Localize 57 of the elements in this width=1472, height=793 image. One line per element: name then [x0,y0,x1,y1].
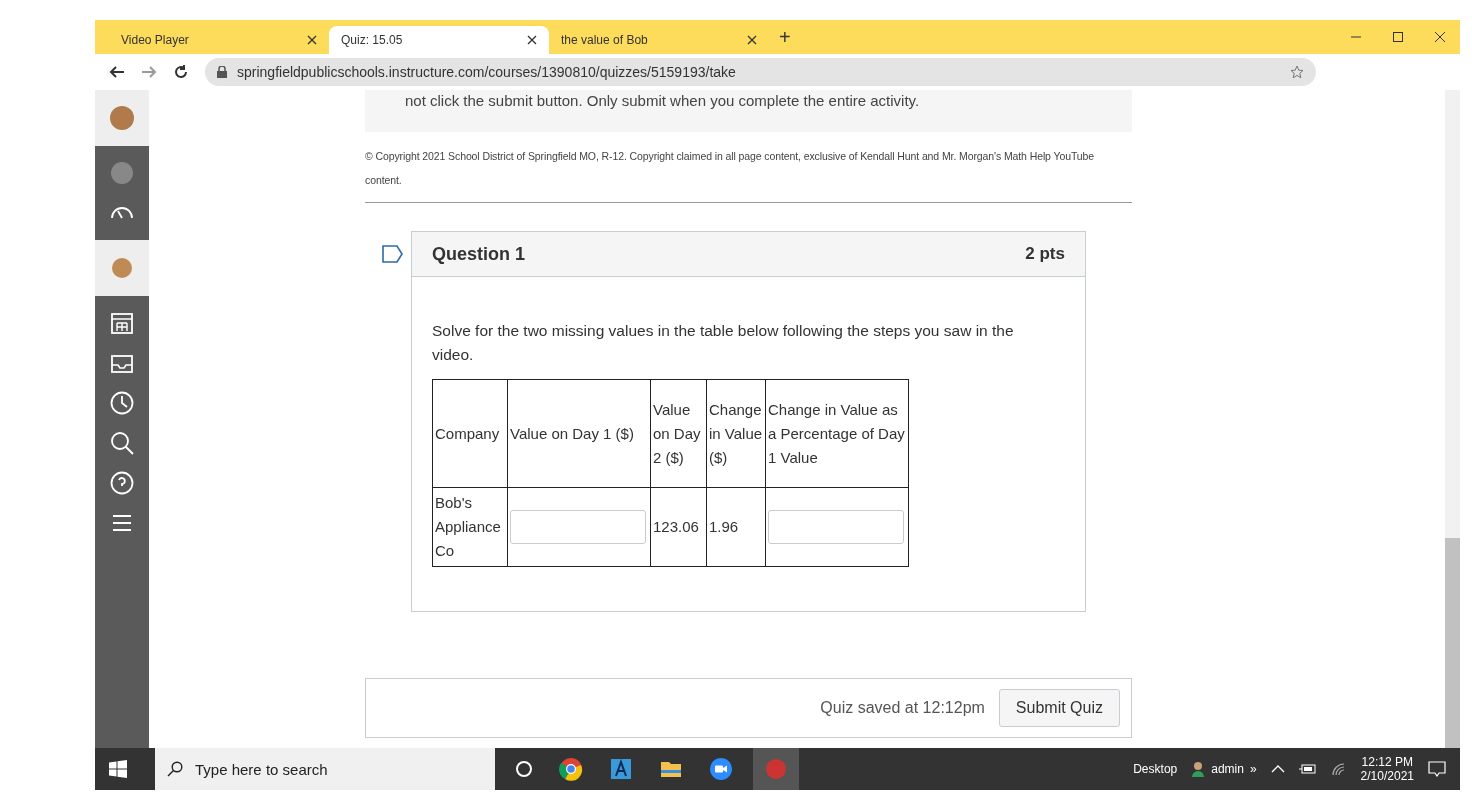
browser-tab[interactable]: the value of Bob [549,26,769,54]
answer-field[interactable] [768,510,904,544]
column-header: Change in Value as a Percentage of Day 1 Value [765,379,909,488]
desktop-toolbar-label[interactable]: Desktop [1133,762,1178,776]
scrollbar[interactable] [1445,90,1460,748]
taskbar-search-field[interactable]: Type here to search [155,748,495,790]
lock-icon [217,66,227,78]
table-cell: 1.96 [706,487,766,567]
reload-icon[interactable] [173,64,189,80]
column-header: Value on Day 2 ($) [650,379,707,488]
maximize-icon[interactable] [1392,31,1404,43]
browser-icon[interactable] [559,757,583,781]
app-icon[interactable] [609,757,633,781]
flag-icon[interactable] [382,245,404,263]
notice-text: not click the submit button. Only submit when you complete the entire activity. [405,91,921,109]
copyright-text: © Copyright 2021 School District of Springfield MO, R-12. Copyright claimed in all page content, exclusive of Kendall Hunt and Mr. Morgan's Math Help YouTube content. [365,144,1132,203]
close-icon[interactable] [747,35,757,45]
search-icon[interactable] [109,430,135,456]
battery-icon[interactable] [1298,763,1317,775]
forward-arrow-icon[interactable] [141,64,157,80]
url-text: springfieldpublicschools.instructure.com/courses/1390810/quizzes/5159193/take [237,64,736,80]
table-cell: 123.06 [650,487,707,567]
windows-start-icon[interactable] [109,760,127,778]
wifi-icon[interactable] [1330,762,1347,776]
submit-quiz-button[interactable]: Submit Quiz [998,689,1120,727]
close-icon[interactable] [307,35,317,45]
app-icon [764,757,788,781]
new-tab-button[interactable]: + [779,25,791,49]
help-icon[interactable] [109,470,135,496]
clock-icon[interactable] [109,390,135,416]
search-icon [167,761,183,777]
overflow-chevron[interactable]: » [1249,762,1257,776]
close-icon[interactable] [1434,31,1446,43]
question-title: Question 1 [432,243,525,265]
user-label[interactable]: admin [1211,762,1244,776]
table-cell: Bob's Appliance Co [432,487,508,567]
close-icon[interactable] [527,35,537,45]
task-view-circle-icon[interactable] [515,760,533,778]
column-header: Change in Value ($) [706,379,766,488]
calendar-icon[interactable] [109,310,135,336]
answer-field[interactable] [510,510,646,544]
system-clock[interactable]: 12:12 PM 2/10/2021 [1360,755,1414,783]
points-label: 2 pts [1025,244,1065,264]
address-bar[interactable]: springfieldpublicschools.instructure.com/courses/1390810/quizzes/5159193/take [205,58,1316,86]
chevron-up-icon[interactable] [1270,764,1285,774]
column-header: Company [432,379,508,488]
save-status: Quiz saved at 12:12pm [820,699,985,717]
browser-tab[interactable]: Quiz: 15.05 [329,26,549,54]
question-prompt: Solve for the two missing values in the table below following the steps you saw in the video. [432,321,1015,365]
video-camera-icon[interactable] [709,757,733,781]
browser-tab[interactable]: Video Player [109,26,329,54]
star-icon[interactable] [1290,65,1304,79]
user-icon [1191,761,1206,777]
notification-icon[interactable] [1428,761,1446,777]
logo-icon[interactable] [108,104,136,132]
back-arrow-icon[interactable] [109,64,125,80]
column-header: Value on Day 1 ($) [507,379,651,488]
